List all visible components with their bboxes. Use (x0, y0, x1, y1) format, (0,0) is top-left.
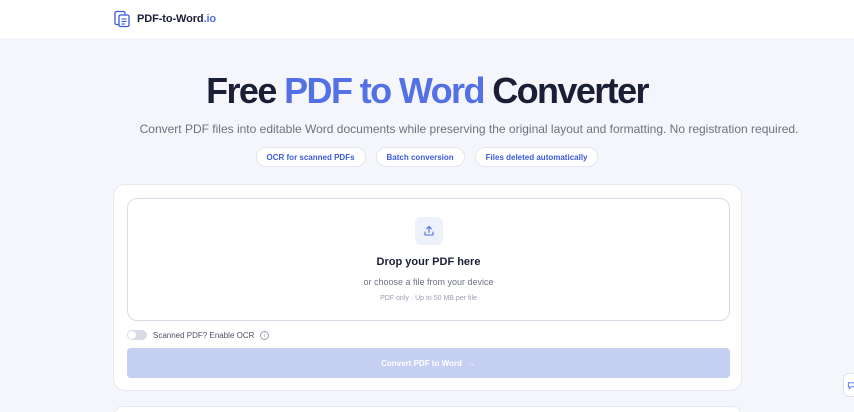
feedback-widget[interactable] (843, 373, 854, 397)
upload-icon (415, 217, 443, 245)
converter-card: Drop your PDF here or choose a file from… (113, 184, 742, 391)
feature-pills: OCR for scanned PDFs Batch conversion Fi… (0, 147, 854, 167)
ocr-option: Scanned PDF? Enable OCR i (127, 329, 270, 341)
feature-pill-auto-delete: Files deleted automatically (474, 147, 599, 167)
page-title: Free PDF to Word Converter (0, 70, 854, 112)
file-dropzone[interactable]: Drop your PDF here or choose a file from… (127, 198, 730, 321)
dropzone-title: Drop your PDF here (376, 256, 481, 268)
convert-button-label: Convert PDF to Word (381, 358, 462, 368)
choose-file-link[interactable]: or choose a file from your device (128, 277, 729, 287)
info-icon[interactable]: i (260, 330, 270, 340)
feature-pill-ocr: OCR for scanned PDFs (255, 147, 366, 167)
brand-logo-link[interactable]: PDF-to-Word.io (113, 10, 216, 28)
feature-pill-batch: Batch conversion (375, 147, 465, 167)
brand-name: PDF-to-Word.io (137, 13, 216, 25)
arrow-right-icon: → (467, 358, 476, 368)
page-subtitle: Convert PDF files into editable Word doc… (139, 122, 799, 136)
pdf-document-icon (114, 10, 130, 28)
title-accent: PDF to Word (284, 70, 485, 111)
title-start: Free (206, 70, 285, 111)
ocr-toggle[interactable] (127, 330, 147, 340)
title-end: Converter (483, 70, 649, 111)
file-limits: PDF only · Up to 50 MB per file (380, 295, 477, 302)
ocr-label: Scanned PDF? Enable OCR (153, 330, 255, 340)
convert-button[interactable]: Convert PDF to Word → (127, 348, 730, 378)
top-bar: PDF-to-Word.io (0, 0, 854, 38)
next-section-card (113, 406, 742, 412)
brand-tld: .io (203, 13, 217, 25)
brand-main: PDF-to-Word (137, 13, 204, 25)
chat-bubble-icon (847, 381, 854, 390)
